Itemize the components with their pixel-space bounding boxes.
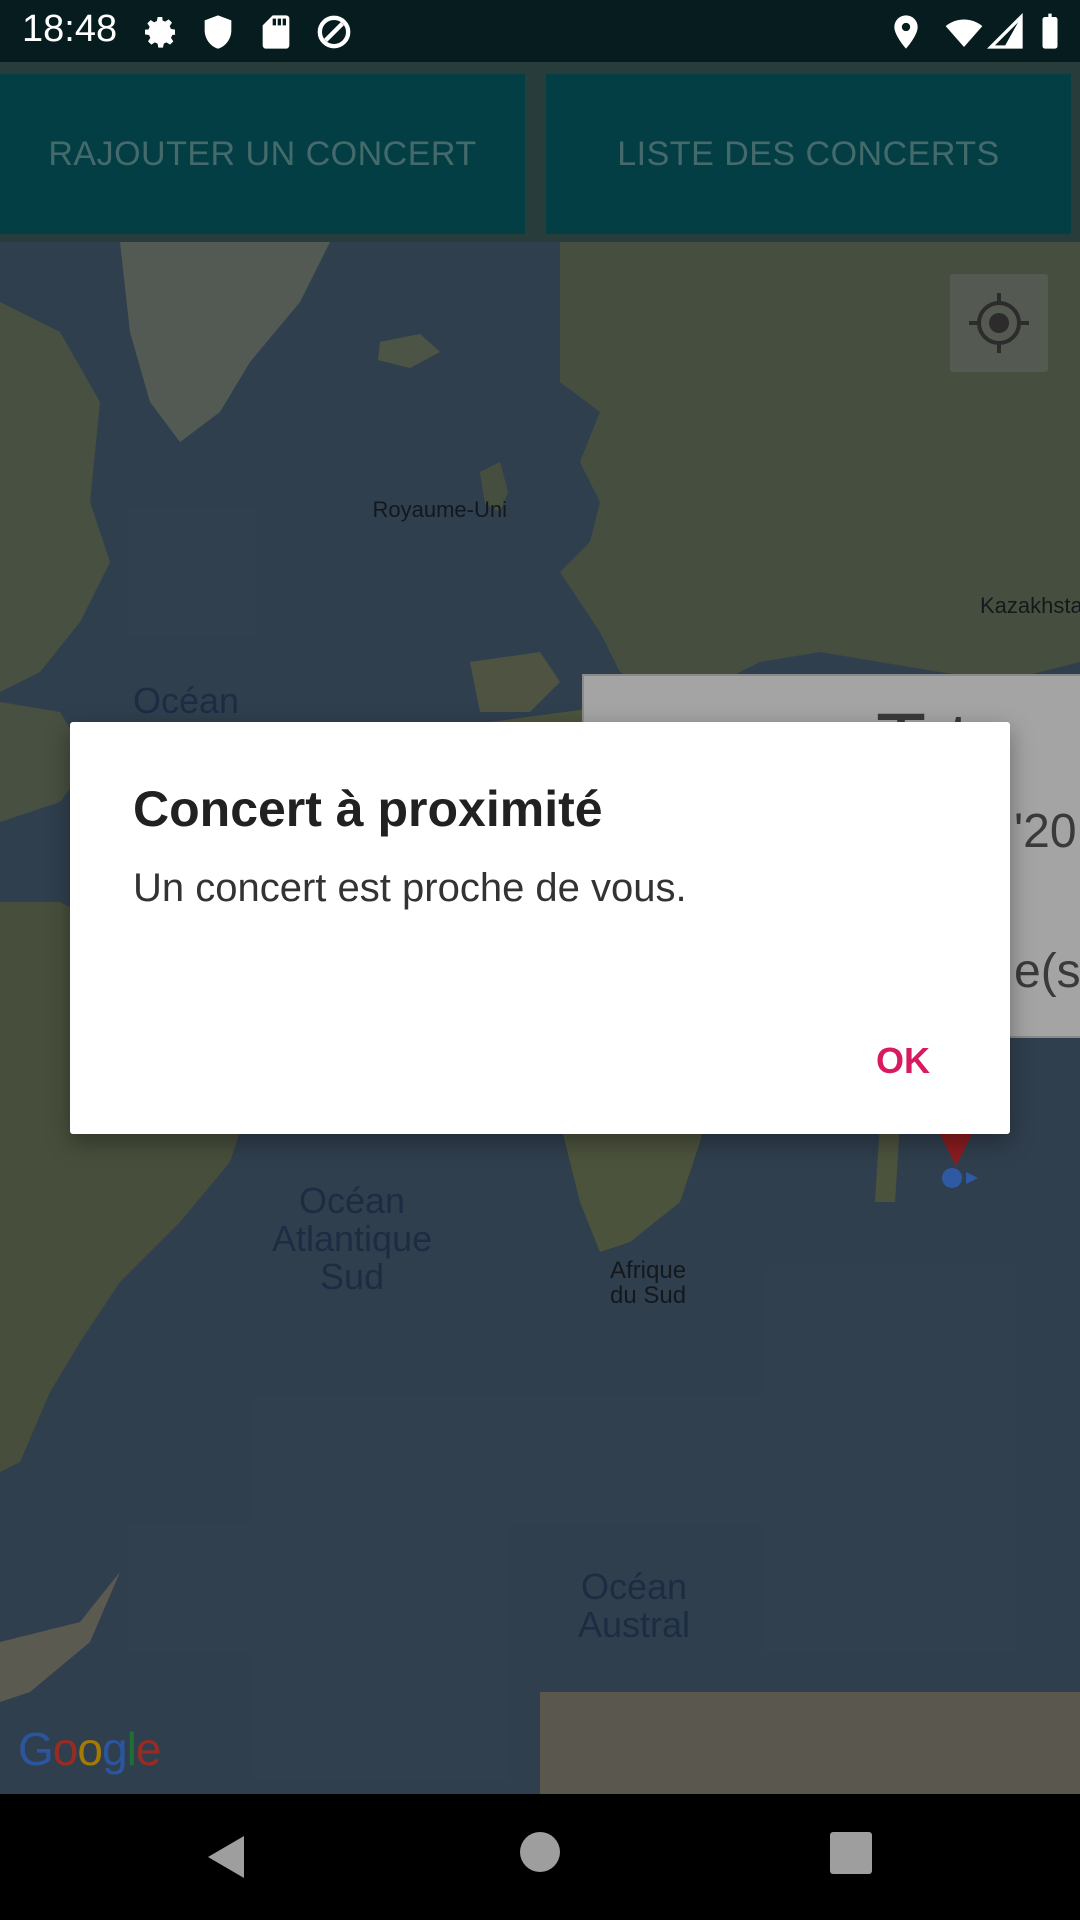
battery-icon [1042,13,1058,49]
navigation-bar [0,1794,1080,1920]
dialog-ok-button[interactable]: OK [876,1040,930,1082]
info-window-extra: e(s) [1014,945,1080,998]
home-icon[interactable] [520,1832,560,1872]
concert-marker-icon[interactable] [930,1130,990,1190]
recents-icon[interactable] [830,1832,872,1874]
data-saver-icon [317,15,351,49]
sd-card-icon [262,15,290,49]
dialog-title: Concert à proximité [133,781,603,837]
info-window-date: '201 [1014,805,1080,858]
settings-icon [145,17,177,48]
shield-icon [204,15,232,49]
location-icon [894,15,918,49]
wifi-icon [945,19,983,47]
back-icon[interactable] [204,1834,248,1880]
nearby-concert-dialog: Concert à proximité Un concert est proch… [70,722,1010,1134]
status-time: 18:48 [22,8,118,50]
dialog-message: Un concert est proche de vous. [133,866,687,910]
signal-icon [986,12,1023,49]
status-bar: 18:48 [0,0,1080,62]
